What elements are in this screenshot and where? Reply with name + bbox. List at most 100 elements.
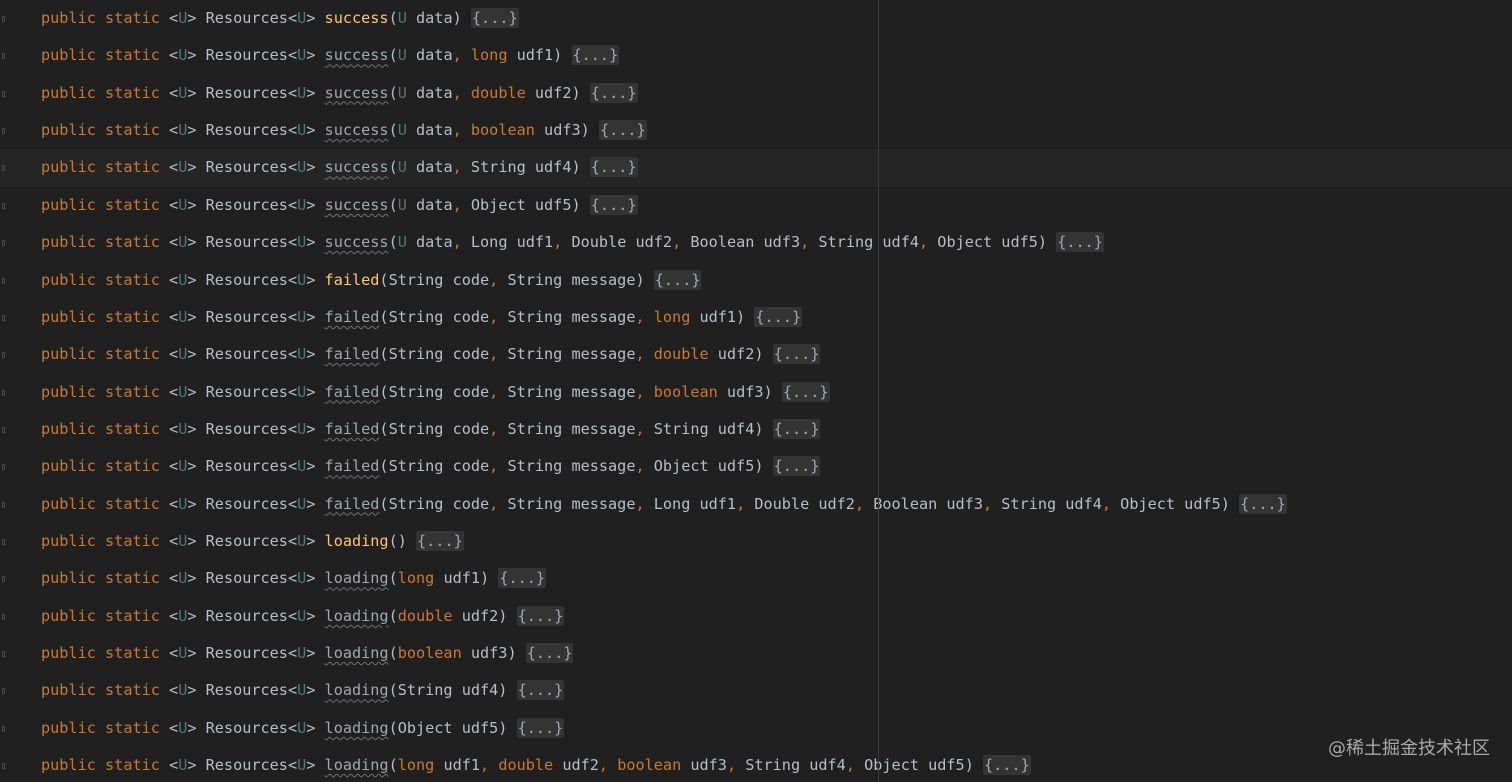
fold-gutter-icon[interactable] bbox=[2, 763, 5, 770]
folded-region-placeholder[interactable]: {...} bbox=[498, 568, 547, 589]
folded-region-placeholder[interactable]: {...} bbox=[772, 418, 821, 439]
folded-region-placeholder[interactable]: {...} bbox=[525, 643, 574, 664]
code-token: failed bbox=[324, 494, 380, 513]
folded-region-placeholder[interactable]: {...} bbox=[589, 157, 638, 178]
folded-region-placeholder[interactable]: {...} bbox=[416, 531, 464, 552]
fold-gutter-icon[interactable] bbox=[2, 314, 5, 321]
folded-region-placeholder[interactable]: {...} bbox=[983, 755, 1031, 776]
code-line[interactable]: public static <U> Resources<U> success(U… bbox=[0, 75, 1512, 112]
fold-gutter-icon[interactable] bbox=[2, 90, 5, 97]
code-token: U bbox=[297, 382, 307, 401]
code-line[interactable]: public static <U> Resources<U> failed(St… bbox=[0, 448, 1512, 485]
folded-region-placeholder[interactable]: {...} bbox=[516, 717, 565, 738]
code-line[interactable]: public static <U> Resources<U> success(U… bbox=[0, 37, 1512, 74]
code-line[interactable]: public static <U> Resources<U> success(U… bbox=[0, 224, 1512, 261]
code-line[interactable]: public static <U> Resources<U> failed(St… bbox=[0, 262, 1512, 299]
fold-gutter-icon[interactable] bbox=[2, 202, 5, 209]
code-text: public static <U> Resources<U> success(U… bbox=[41, 0, 519, 37]
code-token: , bbox=[845, 756, 865, 775]
code-token: U bbox=[297, 532, 307, 551]
code-token: udf1) bbox=[507, 46, 563, 65]
folded-region-placeholder[interactable]: {...} bbox=[754, 306, 803, 327]
code-token: U bbox=[178, 83, 188, 102]
folded-region-placeholder[interactable]: {...} bbox=[781, 381, 830, 402]
folded-region-placeholder[interactable]: {...} bbox=[1239, 493, 1287, 514]
fold-gutter-icon[interactable] bbox=[2, 240, 5, 247]
code-line[interactable]: public static <U> Resources<U> failed(St… bbox=[0, 411, 1512, 448]
folded-region-placeholder[interactable]: {...} bbox=[772, 344, 821, 365]
code-editor[interactable]: public static <U> Resources<U> success(U… bbox=[0, 0, 1512, 782]
code-token: boolean bbox=[653, 382, 718, 401]
code-token: , bbox=[635, 457, 654, 476]
fold-gutter-icon[interactable] bbox=[2, 613, 5, 620]
fold-gutter-icon[interactable] bbox=[2, 277, 5, 284]
fold-gutter-icon[interactable] bbox=[2, 501, 5, 508]
fold-gutter-icon[interactable] bbox=[2, 651, 5, 658]
code-line[interactable]: public static <U> Resources<U> loading(d… bbox=[0, 598, 1512, 635]
folded-region-placeholder[interactable]: {...} bbox=[598, 120, 647, 141]
code-line[interactable]: public static <U> Resources<U> failed(St… bbox=[0, 299, 1512, 336]
folded-region-placeholder[interactable]: {...} bbox=[589, 194, 638, 215]
code-token: U bbox=[297, 606, 307, 625]
code-line[interactable]: public static <U> Resources<U> failed(St… bbox=[0, 336, 1512, 373]
folded-region-placeholder[interactable]: {...} bbox=[516, 680, 565, 701]
fold-gutter-icon[interactable] bbox=[2, 165, 5, 172]
code-line[interactable]: public static <U> Resources<U> success(U… bbox=[0, 112, 1512, 149]
code-token: (String code bbox=[379, 494, 490, 513]
code-token: static bbox=[105, 382, 160, 401]
code-line[interactable]: public static <U> Resources<U> failed(St… bbox=[0, 374, 1512, 411]
right-margin-guide bbox=[878, 0, 879, 782]
folded-region-placeholder[interactable]: {...} bbox=[571, 45, 620, 66]
folded-region-placeholder[interactable]: {...} bbox=[589, 82, 638, 103]
code-token: () bbox=[388, 532, 407, 551]
code-token: U bbox=[297, 270, 307, 289]
fold-gutter-icon[interactable] bbox=[2, 53, 5, 60]
folded-region-placeholder[interactable]: {...} bbox=[772, 456, 821, 477]
folded-region-placeholder[interactable]: {...} bbox=[516, 605, 565, 626]
code-token: double bbox=[470, 83, 526, 102]
fold-gutter-icon[interactable] bbox=[2, 464, 5, 471]
code-token: U bbox=[178, 195, 188, 214]
fold-gutter-icon[interactable] bbox=[2, 539, 5, 546]
folded-region-placeholder[interactable]: {...} bbox=[1056, 232, 1104, 253]
fold-gutter-icon[interactable] bbox=[2, 426, 5, 433]
folded-region-placeholder[interactable]: {...} bbox=[470, 8, 519, 28]
code-token: success bbox=[324, 121, 389, 140]
code-line[interactable]: public static <U> Resources<U> loading()… bbox=[0, 523, 1512, 560]
code-token: , bbox=[800, 233, 819, 252]
code-token: , bbox=[452, 83, 471, 102]
code-line[interactable]: public static <U> Resources<U> loading(l… bbox=[0, 747, 1512, 782]
code-line[interactable]: public static <U> Resources<U> success(U… bbox=[0, 187, 1512, 224]
code-token: loading bbox=[324, 569, 389, 588]
code-token: static bbox=[105, 494, 160, 513]
code-line[interactable]: public static <U> Resources<U> success(U… bbox=[0, 149, 1512, 187]
code-token: Boolean udf3 bbox=[690, 233, 801, 252]
fold-gutter-icon[interactable] bbox=[2, 725, 5, 732]
code-line[interactable]: public static <U> Resources<U> failed(St… bbox=[0, 486, 1512, 523]
fold-gutter-icon[interactable] bbox=[2, 128, 5, 135]
code-text: public static <U> Resources<U> loading(d… bbox=[41, 598, 565, 635]
folded-region-placeholder[interactable]: {...} bbox=[653, 269, 702, 290]
fold-gutter-icon[interactable] bbox=[2, 576, 5, 583]
code-line[interactable]: public static <U> Resources<U> loading(l… bbox=[0, 560, 1512, 597]
fold-gutter-icon[interactable] bbox=[2, 688, 5, 695]
fold-gutter-icon[interactable] bbox=[2, 389, 5, 396]
fold-gutter-icon[interactable] bbox=[2, 352, 5, 359]
code-line[interactable]: public static <U> Resources<U> loading(O… bbox=[0, 710, 1512, 747]
code-token: ( bbox=[388, 756, 398, 775]
code-token: Long udf1 bbox=[653, 494, 737, 513]
code-line[interactable]: public static <U> Resources<U> loading(S… bbox=[0, 672, 1512, 709]
code-lines[interactable]: public static <U> Resources<U> success(U… bbox=[0, 0, 1512, 782]
code-line[interactable]: public static <U> Resources<U> success(U… bbox=[0, 0, 1512, 37]
code-token: U bbox=[397, 9, 407, 27]
code-token: String message bbox=[507, 457, 636, 476]
fold-gutter-icon[interactable] bbox=[2, 16, 5, 22]
code-line[interactable]: public static <U> Resources<U> loading(b… bbox=[0, 635, 1512, 672]
code-text: public static <U> Resources<U> loading(l… bbox=[41, 560, 547, 597]
code-token: static bbox=[105, 9, 160, 27]
